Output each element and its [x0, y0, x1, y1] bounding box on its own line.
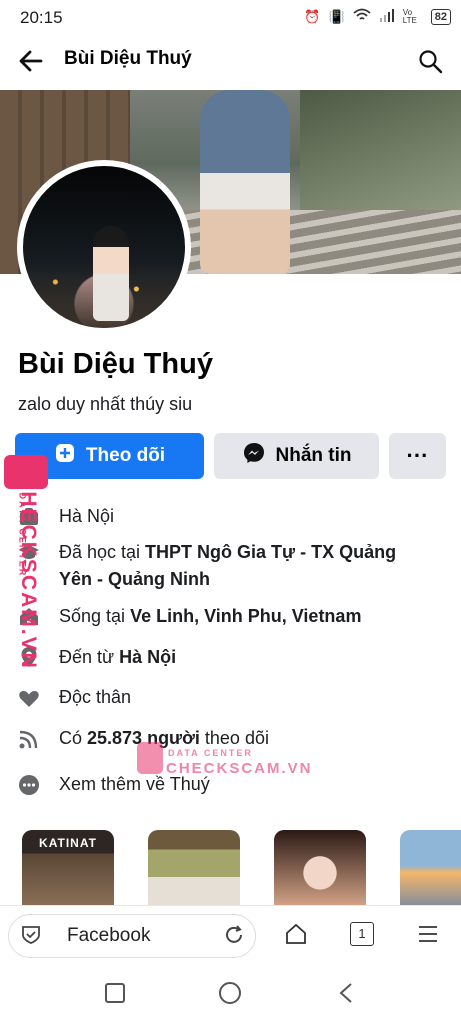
home-circle-icon[interactable]	[218, 981, 242, 1010]
alarm-icon: ⏰	[304, 8, 321, 24]
battery-icon: 82	[430, 8, 451, 25]
info-row-lives: Sống tại Ve Linh, Vinh Phu, Vietnam	[0, 603, 461, 633]
profile-bio: zalo duy nhất thúy siu	[18, 394, 193, 414]
cover-trees	[300, 90, 461, 210]
watermark-tag: DATA CENTER	[168, 748, 253, 758]
address-bar[interactable]: Facebook	[8, 914, 256, 958]
page-header: Bùi Diệu Thuý	[0, 36, 461, 86]
info-row-work: Hà Nội	[0, 503, 461, 533]
lives-prefix: Sống tại	[59, 606, 131, 626]
reload-icon[interactable]	[223, 924, 245, 951]
followers-suffix: theo dõi	[199, 728, 269, 748]
followers-prefix: Có	[59, 728, 88, 748]
studied-prefix: Đã học tại	[59, 542, 146, 562]
shield-check-icon	[21, 925, 41, 950]
watermark-lock-icon-2	[137, 742, 163, 774]
android-nav-bar	[0, 965, 461, 1024]
photo-thumbnail-3[interactable]	[274, 830, 366, 908]
avatar[interactable]	[17, 160, 191, 334]
photo-thumbnail-2[interactable]	[148, 830, 240, 908]
rss-followers-icon	[18, 728, 40, 750]
message-label: Nhắn tin	[275, 445, 352, 466]
from-place-link[interactable]: Hà Nội	[119, 647, 176, 667]
photo-thumbnail-4[interactable]	[400, 830, 461, 908]
from-prefix: Đến từ	[59, 647, 120, 667]
recents-square-icon[interactable]	[104, 982, 126, 1009]
more-options-button[interactable]: ···	[389, 433, 446, 479]
avatar-person	[93, 226, 129, 321]
status-time: 20:15	[20, 8, 63, 27]
home-icon[interactable]	[284, 922, 308, 951]
back-triangle-icon[interactable]	[336, 981, 356, 1010]
wifi-icon	[353, 8, 371, 25]
relationship-text: Độc thân	[59, 687, 132, 707]
info-row-education: Đã học tại THPT Ngô Gia Tự - TX Quảng Yê…	[0, 539, 461, 597]
lives-place-link[interactable]: Ve Linh, Vinh Phu, Vietnam	[130, 606, 361, 626]
messenger-icon	[242, 441, 266, 471]
thumbnail-sign: KATINAT	[39, 836, 97, 850]
work-place-text: Hà Nội	[59, 506, 115, 526]
tabs-count-button[interactable]: 1	[350, 922, 374, 946]
photo-thumbnail-1[interactable]: KATINAT	[22, 830, 114, 908]
info-row-relationship: Độc thân	[0, 684, 461, 714]
signal-icon	[379, 8, 395, 25]
back-arrow-icon[interactable]	[16, 46, 46, 76]
network-label: Vo LTE	[402, 7, 417, 25]
search-icon[interactable]	[415, 46, 445, 76]
vibrate-icon: 📳	[328, 8, 345, 24]
more-dots-icon	[18, 774, 40, 796]
heart-icon	[18, 687, 40, 709]
header-title: Bùi Diệu Thuý	[64, 48, 192, 69]
info-row-from: Đến từ Hà Nội	[0, 644, 461, 674]
menu-icon[interactable]	[416, 922, 440, 951]
avatar-photo	[23, 166, 185, 328]
watermark-tag-vertical: DATA CENTER	[17, 492, 28, 578]
follow-plus-icon	[54, 442, 76, 470]
status-icons: ⏰ 📳 Vo LTE 82	[304, 8, 451, 25]
watermark-brand: CHECKSCAM.VN	[166, 760, 313, 777]
profile-name: Bùi Diệu Thuý	[18, 348, 213, 380]
cover-person	[200, 90, 290, 274]
message-button[interactable]: Nhắn tin	[214, 433, 379, 479]
address-text: Facebook	[67, 925, 151, 946]
browser-toolbar: Facebook 1	[0, 905, 461, 966]
follow-label: Theo dõi	[85, 445, 166, 466]
status-bar: 20:15 ⏰ 📳 Vo LTE 82	[0, 0, 461, 36]
